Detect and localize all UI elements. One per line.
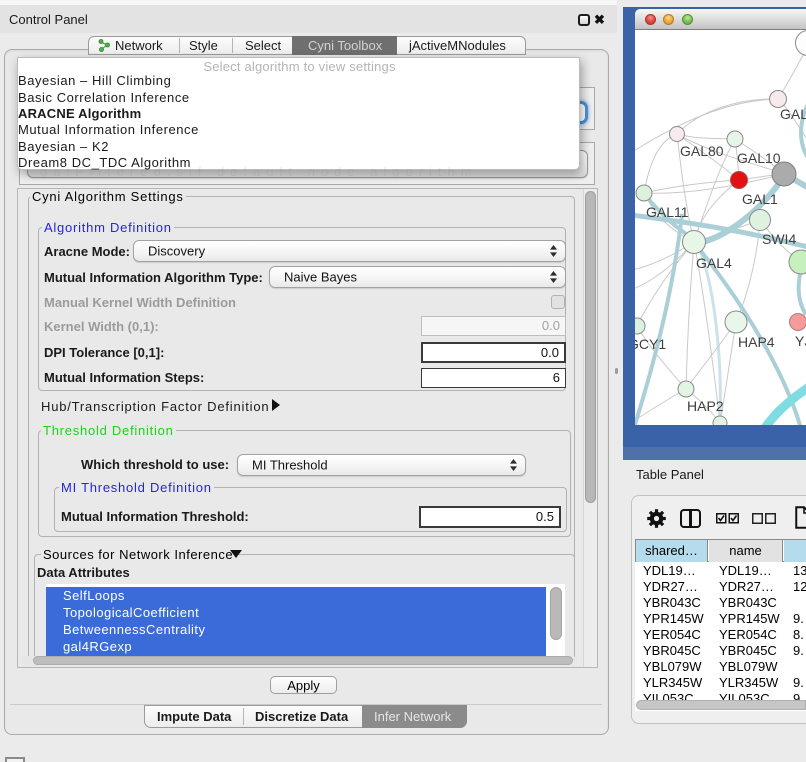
svg-text:SWI4: SWI4 xyxy=(762,231,796,247)
svg-text:HAP4: HAP4 xyxy=(738,334,775,350)
svg-text:GAL11: GAL11 xyxy=(646,204,689,220)
svg-text:GAL4: GAL4 xyxy=(696,255,732,271)
svg-text:YJ: YJ xyxy=(795,333,806,349)
svg-text:GCY1: GCY1 xyxy=(635,336,666,352)
svg-text:GAL1: GAL1 xyxy=(742,191,778,207)
svg-text:HAP2: HAP2 xyxy=(687,398,724,414)
svg-text:GAL80: GAL80 xyxy=(680,143,724,159)
svg-text:GAL10: GAL10 xyxy=(737,150,781,166)
svg-text:GAL7: GAL7 xyxy=(780,106,806,122)
